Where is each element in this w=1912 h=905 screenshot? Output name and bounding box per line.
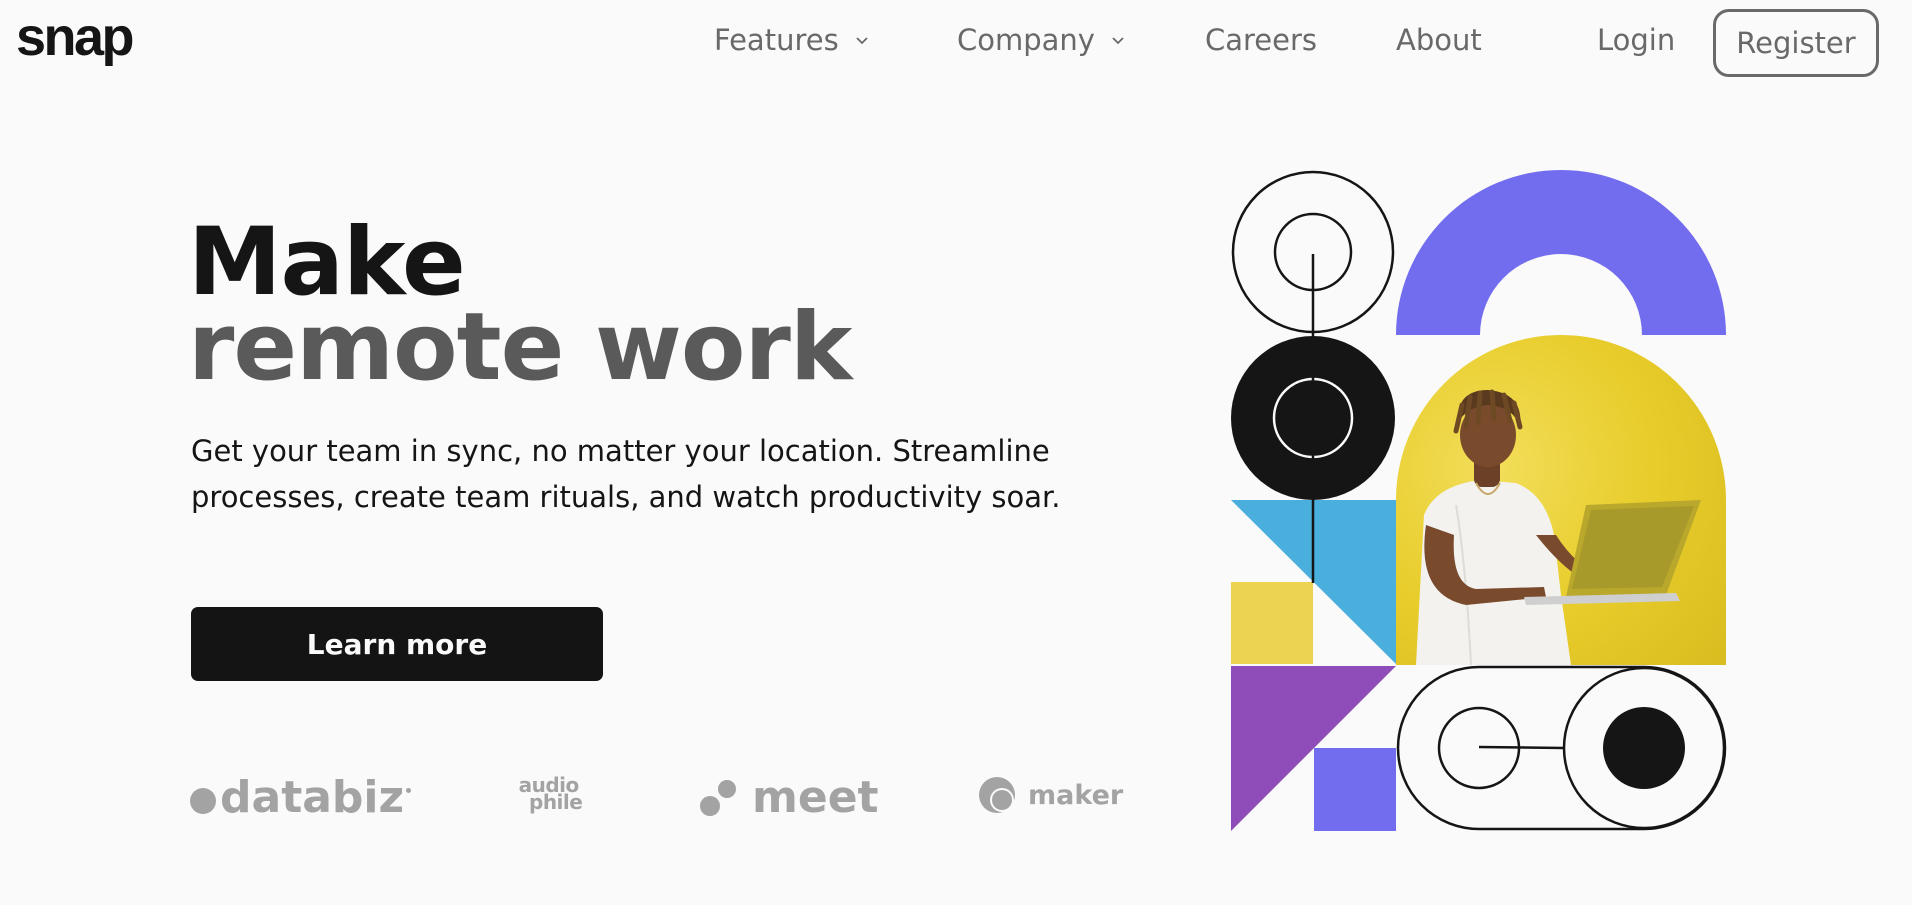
databiz-dot-icon bbox=[190, 787, 216, 814]
nav-features[interactable]: Features bbox=[714, 20, 869, 60]
learn-more-button[interactable]: Learn more bbox=[191, 607, 603, 681]
meet-dots-icon bbox=[700, 778, 740, 818]
client-logo-maker: maker bbox=[978, 776, 1123, 814]
register-button[interactable]: Register bbox=[1713, 9, 1879, 77]
client-logo-audiophile: audio phile bbox=[515, 775, 583, 814]
nav-about[interactable]: About bbox=[1396, 20, 1482, 60]
landing-page: snap Features Company Careers About Logi… bbox=[0, 0, 1912, 905]
hero-illustration bbox=[1230, 169, 1727, 831]
maker-text: maker bbox=[1028, 779, 1124, 811]
person-with-laptop-image bbox=[1416, 389, 1701, 665]
maker-circle-icon bbox=[979, 777, 1015, 813]
hero-photo bbox=[1396, 335, 1726, 665]
nav-company[interactable]: Company bbox=[957, 20, 1125, 60]
purple-arch-shape bbox=[1396, 170, 1726, 335]
pill-filled-dot-shape bbox=[1603, 707, 1685, 789]
nav-careers[interactable]: Careers bbox=[1205, 20, 1317, 60]
hero-description: Get your team in sync, no matter your lo… bbox=[191, 434, 1061, 514]
chevron-down-icon bbox=[856, 37, 868, 45]
hero-title-line2: remote work bbox=[188, 293, 852, 402]
snap-logo[interactable]: snap bbox=[16, 2, 135, 72]
databiz-mark-icon bbox=[406, 788, 412, 793]
nav-features-label: Features bbox=[714, 23, 839, 57]
meet-text: meet bbox=[752, 772, 879, 823]
chevron-down-icon bbox=[1112, 37, 1124, 45]
nav-company-label: Company bbox=[957, 23, 1095, 57]
client-logo-databiz: databiz bbox=[190, 772, 412, 823]
databiz-text: databiz bbox=[220, 772, 405, 823]
pill-connector-line-shape bbox=[1478, 745, 1565, 750]
client-logo-meet: meet bbox=[700, 772, 879, 823]
purple-square-shape bbox=[1314, 748, 1396, 831]
audiophile-line2: phile bbox=[529, 790, 583, 814]
yellow-square-shape bbox=[1231, 582, 1313, 664]
login-link[interactable]: Login bbox=[1597, 20, 1675, 60]
